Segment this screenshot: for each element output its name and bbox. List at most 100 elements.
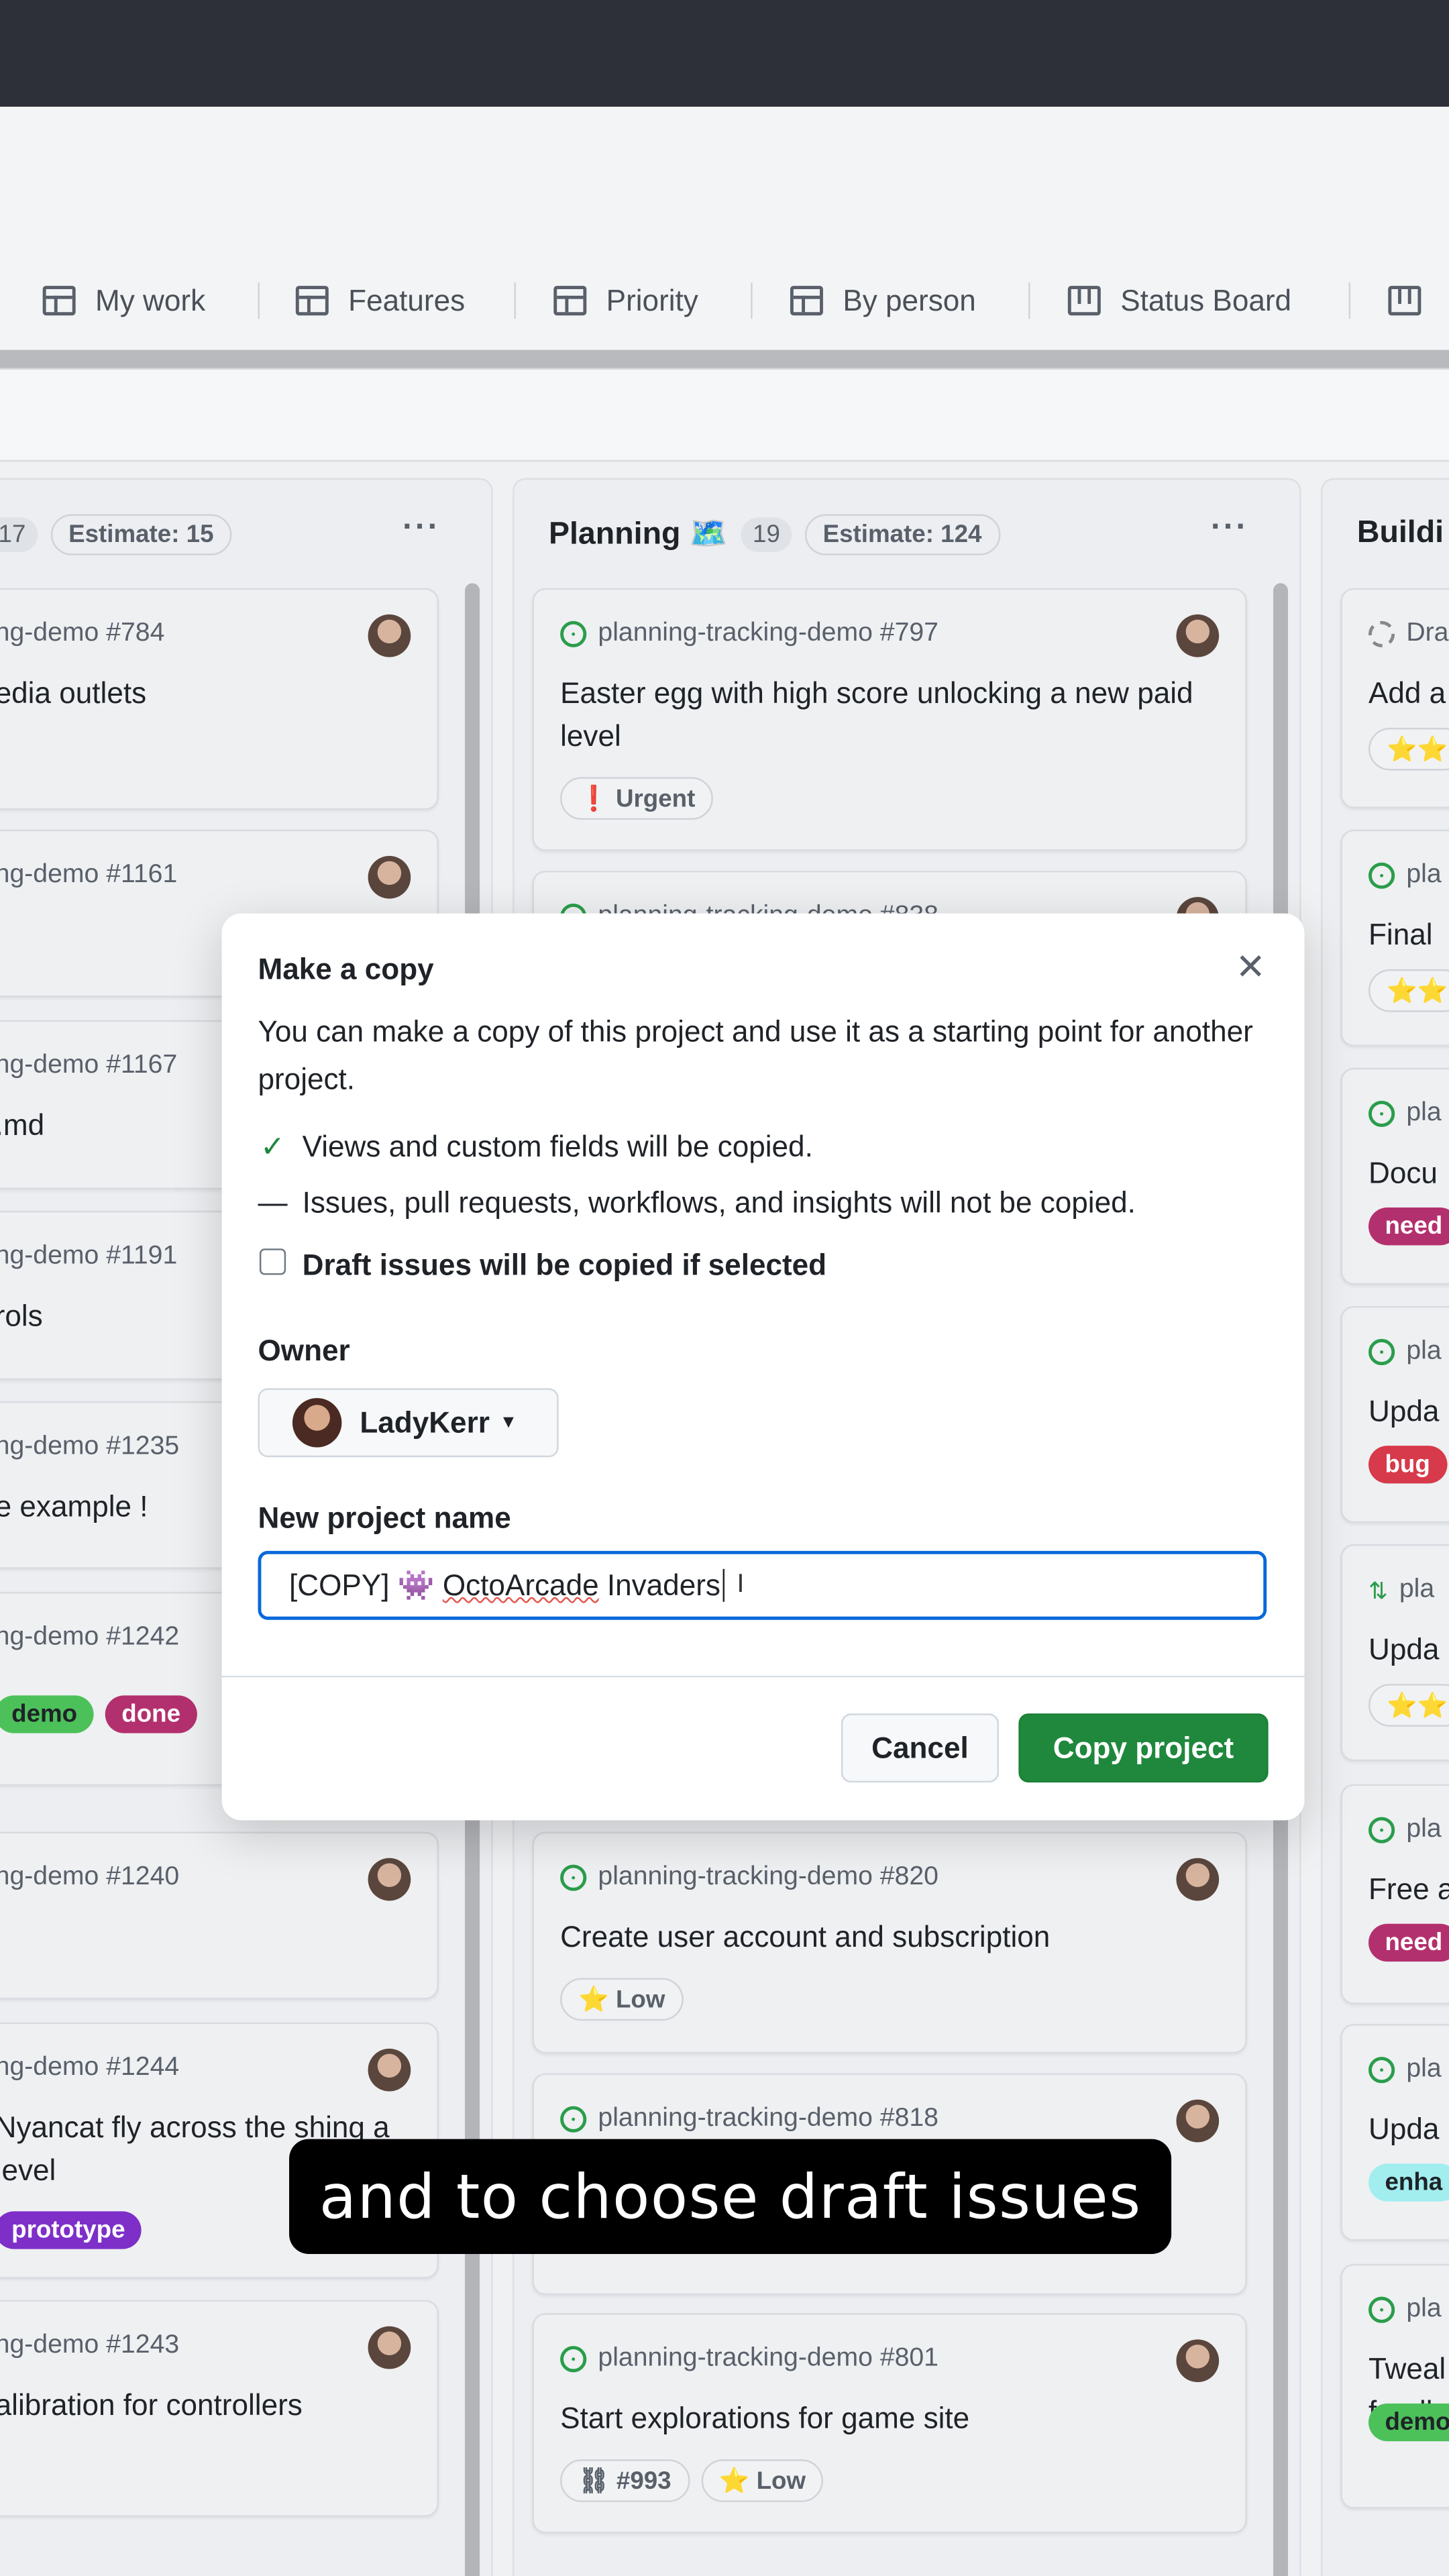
label-badge[interactable]: ⭐ Low [700, 2459, 824, 2502]
issue-title[interactable]: Upda [1368, 2108, 1449, 2151]
issue-card[interactable]: pla Upda bug [1340, 1305, 1449, 1523]
board-toolbar [0, 370, 1449, 462]
issue-card[interactable]: ng-demo #784 edia outlets [0, 588, 439, 810]
tab-label: Priority [606, 283, 698, 317]
assignee-avatar [1176, 614, 1220, 657]
open-issue-icon [1368, 862, 1395, 889]
label-list: ❗ Urgent [560, 777, 714, 820]
issue-reference-text: pla [1406, 1337, 1442, 1366]
tab-more-board[interactable] [1388, 279, 1440, 322]
horizontal-scrollbar[interactable] [0, 350, 1449, 370]
issue-title[interactable]: Easter egg with high score unlocking a n… [560, 672, 1219, 757]
column-menu-icon[interactable]: ··· [1211, 509, 1248, 547]
issue-title[interactable]: Start explorations for game site [560, 2397, 1219, 2440]
issue-reference-text: ng-demo #1161 [0, 861, 178, 889]
owner-value: LadyKerr [360, 1405, 490, 1439]
copy-project-button[interactable]: Copy project [1018, 1713, 1269, 1783]
table-icon [553, 286, 587, 316]
label-badge[interactable]: enha [1368, 2163, 1449, 2202]
tab-priority[interactable]: Priority [553, 279, 698, 322]
issue-title[interactable]: Upda [1368, 1390, 1449, 1433]
table-icon [790, 286, 823, 316]
label-badge[interactable]: demo [0, 1695, 94, 1733]
caret-down-icon: ▼ [499, 1413, 518, 1433]
issue-reference: ⇅ pla [1368, 1576, 1434, 1605]
checkbox-wrap [258, 1248, 287, 1283]
issue-card[interactable]: ⇅ pla Upda ⭐⭐ [1340, 1544, 1449, 1762]
issue-reference-text: pla [1406, 2295, 1442, 2323]
tab-my-work[interactable]: My work [42, 279, 205, 322]
issue-title[interactable]: Upda [1368, 1628, 1449, 1671]
dialog-divider [221, 1675, 1305, 1678]
owner-select[interactable]: LadyKerr ▼ [258, 1388, 559, 1458]
issue-card[interactable]: Dra Add a ⭐⭐ [1340, 588, 1449, 808]
label-badge[interactable]: done [105, 1695, 197, 1733]
issue-title[interactable]: edia outlets [0, 672, 411, 715]
draft-issue-icon [1368, 621, 1395, 647]
open-issue-icon [560, 621, 587, 647]
issue-card[interactable]: planning-tracking-demo #820 Create user a… [532, 1831, 1247, 2054]
project-name-input[interactable]: [COPY] 👾 OctoArcade Invaders I [258, 1550, 1267, 1620]
issue-reference: ng-demo #784 [0, 619, 164, 649]
label-badge[interactable]: ⭐⭐ [1368, 727, 1449, 771]
draft-issues-option[interactable]: Draft issues will be copied if selected [258, 1248, 826, 1283]
label-list: ⛓ #993 ⭐ Low [560, 2459, 824, 2502]
issue-card[interactable]: planning-tracking-demo #797 Easter egg wi… [532, 588, 1247, 851]
issue-card[interactable]: pla Final ⭐⭐ [1340, 829, 1449, 1047]
tab-features[interactable]: Features [295, 279, 465, 322]
issue-card[interactable]: ng-demo #1243 alibration for controllers [0, 2300, 439, 2517]
item-count: 17 [0, 517, 38, 551]
issue-card[interactable]: planning-tracking-demo #801 Start explora… [532, 2313, 1247, 2534]
label-badge[interactable]: prototype [0, 2211, 142, 2249]
label-badge[interactable]: ⭐⭐ [1368, 1684, 1449, 1727]
table-icon [42, 286, 76, 316]
tab-divider [1348, 282, 1351, 319]
label-list: bug [1368, 1446, 1447, 1484]
assignee-avatar [1176, 1858, 1220, 1901]
issue-card[interactable]: pla Free a need [1340, 1784, 1449, 2004]
label-list: need [1368, 1923, 1449, 1962]
issue-title[interactable]: Final [1368, 914, 1449, 957]
tab-divider [258, 282, 260, 319]
issue-reference-text: ng-demo #1243 [0, 2331, 180, 2359]
label-badge[interactable]: bug [1368, 1446, 1447, 1484]
label-badge[interactable]: ⭐ Low [560, 1978, 684, 2021]
issue-card[interactable]: plaTweal feedbdemo [1340, 2263, 1449, 2509]
assignee-avatar [368, 1858, 411, 1901]
draft-issues-label[interactable]: Draft issues will be copied if selected [303, 1248, 826, 1283]
issue-title[interactable]: Add a [1368, 672, 1449, 715]
issue-reference-text: planning-tracking-demo #797 [598, 619, 938, 647]
close-icon[interactable]: ✕ [1236, 947, 1266, 989]
issue-reference-text: ng-demo #1242 [0, 1623, 180, 1652]
open-issue-icon [1368, 2057, 1395, 2084]
issue-reference: Dra [1368, 619, 1448, 649]
tab-status-board[interactable]: Status Board [1067, 279, 1291, 322]
issue-card[interactable]: ng-demo #1240 [0, 1831, 439, 2000]
issue-title[interactable]: alibration for controllers [0, 2383, 411, 2426]
draft-issues-checkbox[interactable] [259, 1248, 286, 1275]
issue-title[interactable]: Create user account and subscription [560, 1916, 1219, 1959]
screen: My work Features Priority By person Stat… [0, 0, 1449, 2576]
issue-card[interactable]: pla Docu need [1340, 1067, 1449, 1285]
label-badge[interactable]: need [1368, 1208, 1449, 1246]
cancel-button[interactable]: Cancel [841, 1713, 999, 1783]
not-copied-note: — Issues, pull requests, workflows, and i… [258, 1186, 1135, 1220]
open-issue-icon [1368, 1100, 1395, 1128]
issue-card[interactable]: pla Upda enha [1340, 2024, 1449, 2241]
issue-reference: pla [1368, 861, 1442, 890]
label-badge[interactable]: need [1368, 1923, 1449, 1962]
column-header: Buildi [1357, 513, 1444, 555]
issue-title[interactable]: Free a [1368, 1868, 1449, 1911]
label-badge[interactable]: ❗ Urgent [560, 777, 714, 820]
issue-title[interactable]: Docu [1368, 1152, 1449, 1195]
column-menu-icon[interactable]: ··· [402, 509, 440, 547]
dialog-title: Make a copy [258, 953, 434, 986]
issue-reference-text: Dra [1406, 619, 1449, 647]
label-list: ⭐⭐ [1368, 1684, 1449, 1727]
issue-reference-text: pla [1406, 1099, 1442, 1128]
tab-by-person[interactable]: By person [790, 279, 976, 322]
label-badge[interactable]: ⛓ #993 [560, 2459, 690, 2502]
label-badge[interactable]: demo [1368, 2403, 1449, 2442]
issue-reference: ng-demo #1244 [0, 2053, 179, 2083]
label-badge[interactable]: ⭐⭐ [1368, 969, 1449, 1012]
